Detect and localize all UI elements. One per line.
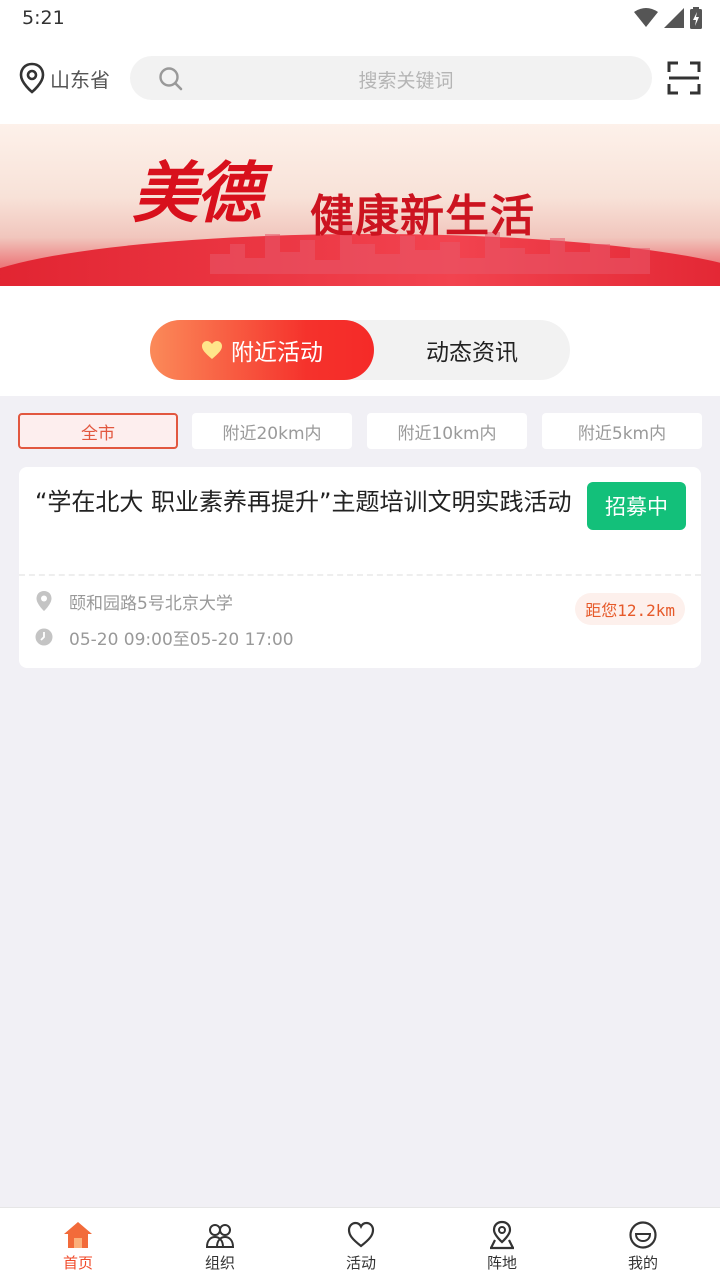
home-icon [64, 1222, 92, 1248]
distance-badge: 距您12.2km [575, 593, 685, 625]
clock-icon [35, 628, 53, 646]
nav-label: 首页 [62, 1254, 93, 1272]
activity-address-row: 颐和园路5号北京大学 [35, 589, 233, 614]
header: 山东省 搜索关键词 [0, 38, 720, 124]
search-input[interactable]: 搜索关键词 [130, 66, 652, 93]
location-selector[interactable]: 山东省 [18, 60, 110, 96]
nav-label: 组织 [204, 1254, 235, 1272]
heart-icon [202, 341, 222, 359]
filter-20km[interactable]: 附近20km内 [192, 413, 352, 449]
search-bar[interactable]: 搜索关键词 [130, 56, 652, 100]
status-time: 5:21 [22, 7, 65, 29]
tab-section: 附近活动 动态资讯 [0, 286, 720, 396]
tab-label: 附近活动 [231, 340, 323, 366]
banner-title-main: 美德 [132, 154, 262, 232]
filter-10km[interactable]: 附近10km内 [367, 413, 527, 449]
activity-time-row: 05-20 09:00至05-20 17:00 [35, 625, 294, 650]
nav-activities[interactable]: 活动 [311, 1220, 411, 1273]
nav-home[interactable]: 首页 [28, 1220, 128, 1273]
card-divider [19, 574, 701, 576]
tab-nearby-activities[interactable]: 附近活动 [150, 320, 374, 380]
wifi-icon [634, 8, 658, 27]
activity-title: “学在北大 职业素养再提升”主题培训文明实践活动 [35, 488, 572, 516]
nav-label: 我的 [627, 1254, 658, 1272]
banner-title-sub: 健康新生活 [310, 191, 535, 242]
signal-icon [664, 8, 684, 28]
status-badge: 招募中 [587, 482, 686, 530]
filter-5km[interactable]: 附近5km内 [542, 413, 702, 449]
activity-card[interactable]: “学在北大 职业素养再提升”主题培训文明实践活动 招募中 颐和园路5号北京大学 … [19, 467, 701, 668]
tab-news[interactable]: 动态资讯 [374, 320, 570, 380]
group-icon [205, 1224, 235, 1248]
location-pin-icon [36, 591, 52, 611]
nav-positions[interactable]: 阵地 [452, 1220, 552, 1273]
activity-time: 05-20 09:00至05-20 17:00 [69, 629, 294, 650]
nav-organization[interactable]: 组织 [170, 1220, 270, 1273]
status-bar: 5:21 [0, 0, 720, 38]
battery-icon [690, 7, 702, 29]
promo-banner[interactable]: 美德 健康新生活 [0, 124, 720, 286]
nav-label: 阵地 [486, 1254, 517, 1272]
location-label: 山东省 [50, 67, 110, 92]
heart-outline-icon [347, 1221, 375, 1248]
nav-label: 活动 [345, 1254, 376, 1272]
distance-filters: 全市 附近20km内 附近10km内 附近5km内 [18, 413, 702, 449]
smile-icon [629, 1221, 657, 1249]
activity-address: 颐和园路5号北京大学 [69, 593, 233, 614]
scan-icon[interactable] [666, 60, 702, 96]
map-pin-icon [490, 1220, 514, 1250]
tab-label: 动态资讯 [426, 340, 518, 366]
nav-mine[interactable]: 我的 [593, 1220, 693, 1273]
bottom-nav: 首页 组织 活动 阵地 我的 [0, 1207, 720, 1280]
status-icons [634, 7, 702, 29]
location-pin-icon [19, 62, 45, 94]
filter-whole-city[interactable]: 全市 [18, 413, 178, 449]
